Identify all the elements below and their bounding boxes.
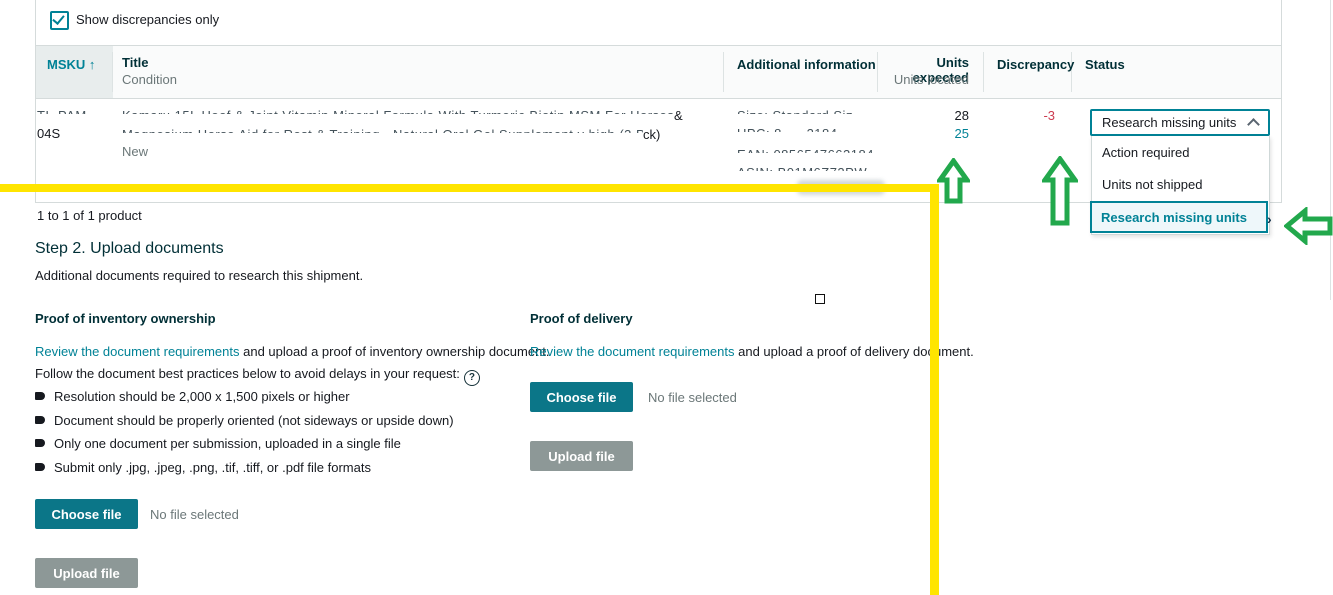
delivery-upload-file-button[interactable]: Upload file	[530, 441, 633, 471]
row-additional-info-line: UPC: 8 2184	[737, 126, 838, 141]
bullet-text: Document should be properly oriented (no…	[54, 413, 454, 428]
col-divider	[723, 52, 724, 92]
column-header-additional-info: Additional information	[737, 57, 876, 72]
redacted-title-text: Magnesium Horse Aid for Rest & Training …	[122, 127, 643, 133]
ownership-practices-line: Follow the document best practices below…	[35, 366, 480, 386]
bullet-icon	[35, 463, 45, 471]
status-option-selected-label: Research missing units	[1101, 209, 1247, 225]
yellow-annotation-line-vertical	[930, 184, 939, 595]
row-title-line1: Kamaru 15L Hoof & Joint Vitamin Mineral …	[122, 108, 722, 123]
delivery-choose-file-button[interactable]: Choose file	[530, 382, 633, 412]
row-msku-redacted: TL-PAM-	[37, 108, 92, 123]
status-select[interactable]: Research missing units	[1090, 109, 1270, 136]
row-title-line2: Magnesium Horse Aid for Rest & Training …	[122, 127, 722, 142]
row-units-expected: 28	[954, 108, 969, 123]
row-additional-info-line: ASIN: B01M6Z72PW	[737, 165, 867, 180]
bullet-text: Resolution should be 2,000 x 1,500 pixel…	[54, 389, 350, 404]
delivery-requirements-link[interactable]: Review the document requirements	[530, 344, 735, 359]
bullet-text: Submit only .jpg, .jpeg, .png, .tif, .ti…	[54, 460, 371, 475]
col-divider	[983, 52, 984, 92]
panel-right-border	[1281, 0, 1282, 203]
bullet-icon	[35, 416, 45, 424]
column-header-discrepancy: Discrepancy	[997, 57, 1075, 72]
bullet-icon	[35, 392, 45, 400]
chevron-up-icon	[1247, 118, 1260, 131]
msku-header-label: MSKU	[47, 57, 86, 72]
yellow-annotation-line-horizontal	[0, 184, 939, 192]
sorted-column-highlight	[36, 46, 113, 98]
panel-left-border	[35, 0, 36, 203]
best-practice-item: Document should be properly oriented (no…	[35, 413, 454, 428]
step2-subheading: Additional documents required to researc…	[35, 268, 364, 283]
show-discrepancies-label: Show discrepancies only	[76, 12, 220, 27]
table-header-row	[36, 46, 1281, 98]
best-practice-item: Resolution should be 2,000 x 1,500 pixel…	[35, 389, 350, 404]
best-practice-item: Submit only .jpg, .jpeg, .png, .tif, .ti…	[35, 460, 371, 475]
ownership-requirements-line: Review the document requirements and upl…	[35, 344, 550, 359]
delivery-no-file-text: No file selected	[648, 390, 737, 405]
redacted-title-text: Kamaru 15L Hoof & Joint Vitamin Mineral …	[122, 108, 674, 114]
help-icon[interactable]: ?	[463, 370, 480, 386]
delivery-requirements-line: Review the document requirements and upl…	[530, 344, 974, 359]
row-units-located-link[interactable]: 25	[877, 126, 969, 141]
column-header-title: Title	[122, 55, 149, 70]
delivery-heading: Proof of delivery	[530, 311, 633, 326]
checkmark-icon	[52, 12, 65, 25]
status-option-research-missing-units[interactable]: Research missing units	[1090, 201, 1268, 233]
pagination-summary: 1 to 1 of 1 product	[37, 208, 142, 223]
ownership-upload-file-button[interactable]: Upload file	[35, 558, 138, 588]
column-header-status: Status	[1085, 57, 1125, 72]
row-msku: 04S	[37, 126, 61, 141]
row-discrepancy-value: -3	[1043, 108, 1055, 123]
step2-heading: Step 2. Upload documents	[35, 240, 224, 257]
cursor-artifact-square	[815, 294, 825, 304]
green-arrow-up-icon	[1042, 156, 1078, 226]
ownership-requirements-link[interactable]: Review the document requirements	[35, 344, 240, 359]
col-divider	[112, 52, 113, 92]
status-option-units-not-shipped[interactable]: Units not shipped	[1102, 177, 1202, 192]
show-discrepancies-checkbox[interactable]	[50, 11, 69, 30]
title-visible-fragment: &	[674, 108, 683, 123]
status-select-value: Research missing units	[1102, 115, 1237, 130]
sort-ascending-icon: ↑	[88, 57, 96, 72]
ownership-requirements-text: and upload a proof of inventory ownershi…	[239, 344, 550, 359]
green-arrow-left-icon	[1284, 207, 1333, 245]
ownership-choose-file-button[interactable]: Choose file	[35, 499, 138, 529]
ownership-no-file-text: No file selected	[150, 507, 239, 522]
ownership-heading: Proof of inventory ownership	[35, 311, 216, 326]
status-option-action-required[interactable]: Action required	[1102, 145, 1189, 160]
bullet-text: Only one document per submission, upload…	[54, 436, 401, 451]
row-additional-info-line: EAN: 0856547662184	[737, 147, 874, 162]
ownership-practices-text: Follow the document best practices below…	[35, 366, 460, 381]
table-header-bottom-border	[35, 98, 1282, 99]
green-arrow-up-icon	[937, 158, 970, 204]
dropdown-pointer-chevron: ›	[1267, 211, 1272, 227]
column-header-msku[interactable]: MSKU ↑	[47, 57, 95, 72]
bullet-icon	[35, 439, 45, 447]
row-additional-info-line: Size: Standard Siz	[737, 108, 853, 123]
column-header-condition: Condition	[122, 72, 177, 87]
column-header-units-located: Units located	[893, 72, 969, 87]
reconcile-shipment-page: Show discrepancies only MSKU ↑ Title Con…	[0, 0, 1333, 595]
row-condition: New	[122, 144, 149, 159]
page-right-border	[1330, 0, 1331, 300]
title-visible-fragment: ck)	[643, 127, 661, 142]
best-practice-item: Only one document per submission, upload…	[35, 436, 401, 451]
